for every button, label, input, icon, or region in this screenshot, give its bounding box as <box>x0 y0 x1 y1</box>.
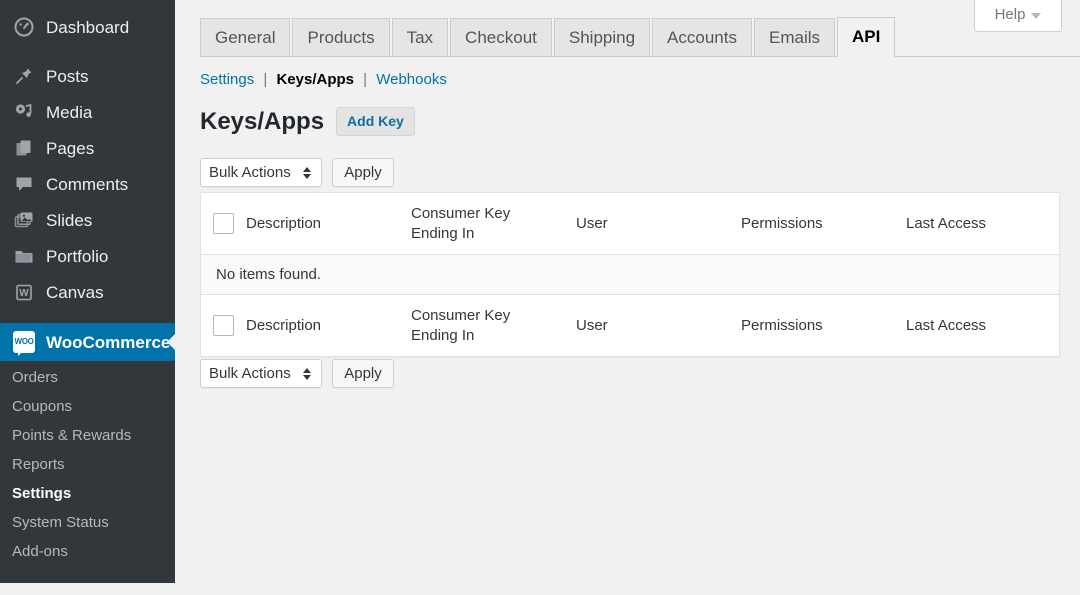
sidebar-item-posts[interactable]: Posts <box>0 58 175 94</box>
empty-state-row: No items found. <box>201 255 1059 294</box>
bulk-actions-select-value: Bulk Actions <box>209 365 291 382</box>
subnav-item-settings[interactable]: Settings <box>200 71 254 88</box>
select-all-checkbox-bottom[interactable] <box>213 315 234 336</box>
sidebar-item-dashboard[interactable]: Dashboard <box>0 9 175 45</box>
apply-button-bottom[interactable]: Apply <box>332 359 394 388</box>
keys-apps-table: Description Consumer Key Ending In User … <box>200 192 1060 357</box>
tab-underline <box>200 56 1080 57</box>
column-footer-consumer-key[interactable]: Consumer Key Ending In <box>411 306 576 346</box>
sidebar-primary-menu: Dashboard Posts Media Pages <box>0 0 175 574</box>
comment-icon <box>12 174 36 194</box>
column-footer-permissions[interactable]: Permissions <box>741 316 906 336</box>
slides-icon <box>12 210 36 230</box>
chevron-down-icon <box>1031 13 1041 19</box>
tab-api[interactable]: API <box>837 17 895 57</box>
sidebar-item-slides[interactable]: Slides <box>0 202 175 238</box>
column-footer-consumer-key-line2: Ending In <box>411 327 474 344</box>
sidebar-item-label: Posts <box>46 68 89 85</box>
subnav: Settings | Keys/Apps | Webhooks <box>200 70 447 89</box>
woo-badge: WOO <box>13 331 35 353</box>
column-footer-description[interactable]: Description <box>246 316 411 336</box>
bulk-actions-select-value: Bulk Actions <box>209 164 291 181</box>
tab-products[interactable]: Products <box>292 18 389 57</box>
sidebar-item-label: WooCommerce <box>46 334 170 351</box>
table-header-row: Description Consumer Key Ending In User … <box>201 193 1059 255</box>
sidebar-item-canvas[interactable]: W Canvas <box>0 274 175 310</box>
sidebar-divider <box>0 45 175 58</box>
folder-icon <box>12 246 36 266</box>
admin-screen: Dashboard Posts Media Pages <box>0 0 1080 595</box>
pin-icon <box>12 66 36 86</box>
tab-tax[interactable]: Tax <box>392 18 448 57</box>
column-header-description[interactable]: Description <box>246 214 411 234</box>
submenu-item-system-status[interactable]: System Status <box>0 508 175 537</box>
dashboard-icon <box>12 17 36 37</box>
page-title: Keys/Apps <box>200 108 324 136</box>
pages-icon <box>12 138 36 158</box>
apply-button-top[interactable]: Apply <box>332 158 394 187</box>
table-footer-row: Description Consumer Key Ending In User … <box>201 294 1059 356</box>
sidebar-item-label: Pages <box>46 140 94 157</box>
page-title-row: Keys/Apps Add Key <box>200 107 415 136</box>
tab-checkout[interactable]: Checkout <box>450 18 552 57</box>
woocommerce-icon: WOO <box>12 332 36 352</box>
column-footer-consumer-key-line1: Consumer Key <box>411 307 510 324</box>
svg-text:W: W <box>19 288 29 299</box>
submenu-item-orders[interactable]: Orders <box>0 363 175 392</box>
settings-tabs: General Products Tax Checkout Shipping A… <box>200 16 897 57</box>
column-header-consumer-key-line2: Ending In <box>411 225 474 242</box>
canvas-w-icon: W <box>12 282 36 302</box>
column-header-last-access[interactable]: Last Access <box>906 214 1056 234</box>
admin-sidebar: Dashboard Posts Media Pages <box>0 0 175 583</box>
sidebar-item-label: Dashboard <box>46 19 129 36</box>
sidebar-divider <box>0 310 175 323</box>
column-header-user[interactable]: User <box>576 214 741 234</box>
subnav-item-webhooks[interactable]: Webhooks <box>376 71 447 88</box>
sidebar-item-label: Slides <box>46 212 92 229</box>
sidebar-item-pages[interactable]: Pages <box>0 130 175 166</box>
column-header-consumer-key[interactable]: Consumer Key Ending In <box>411 204 576 244</box>
sidebar-submenu-woocommerce: Orders Coupons Points & Rewards Reports … <box>0 361 175 574</box>
bulk-actions-select-top[interactable]: Bulk Actions <box>200 158 322 187</box>
bulk-actions-select-bottom[interactable]: Bulk Actions <box>200 359 322 388</box>
column-footer-user[interactable]: User <box>576 316 741 336</box>
sidebar-item-portfolio[interactable]: Portfolio <box>0 238 175 274</box>
select-all-cell-bottom <box>201 315 246 336</box>
bulk-actions-bar-top: Bulk Actions Apply <box>200 158 394 187</box>
column-footer-last-access[interactable]: Last Access <box>906 316 1056 336</box>
submenu-item-add-ons[interactable]: Add-ons <box>0 537 175 566</box>
help-button[interactable]: Help <box>974 0 1062 32</box>
stepper-icon <box>303 167 311 179</box>
subnav-separator: | <box>263 71 267 88</box>
help-label: Help <box>995 6 1026 23</box>
sidebar-item-label: Canvas <box>46 284 104 301</box>
sidebar-item-label: Media <box>46 104 92 121</box>
tab-emails[interactable]: Emails <box>754 18 835 57</box>
subnav-separator: | <box>363 71 367 88</box>
submenu-item-reports[interactable]: Reports <box>0 450 175 479</box>
submenu-item-settings[interactable]: Settings <box>0 479 175 508</box>
main-content: Help General Products Tax Checkout Shipp… <box>175 0 1080 595</box>
sidebar-item-comments[interactable]: Comments <box>0 166 175 202</box>
stepper-icon <box>303 368 311 380</box>
select-all-cell-top <box>201 213 246 234</box>
submenu-item-points-rewards[interactable]: Points & Rewards <box>0 421 175 450</box>
select-all-checkbox-top[interactable] <box>213 213 234 234</box>
media-icon <box>12 102 36 122</box>
sidebar-item-media[interactable]: Media <box>0 94 175 130</box>
bulk-actions-bar-bottom: Bulk Actions Apply <box>200 359 394 388</box>
column-header-consumer-key-line1: Consumer Key <box>411 205 510 222</box>
sidebar-item-label: Comments <box>46 176 128 193</box>
tab-shipping[interactable]: Shipping <box>554 18 650 57</box>
submenu-item-coupons[interactable]: Coupons <box>0 392 175 421</box>
add-key-button[interactable]: Add Key <box>336 107 415 136</box>
sidebar-item-label: Portfolio <box>46 248 108 265</box>
tab-general[interactable]: General <box>200 18 290 57</box>
tab-accounts[interactable]: Accounts <box>652 18 752 57</box>
sidebar-item-woocommerce[interactable]: WOO WooCommerce <box>0 323 175 361</box>
column-header-permissions[interactable]: Permissions <box>741 214 906 234</box>
subnav-item-keys-apps[interactable]: Keys/Apps <box>276 71 354 88</box>
